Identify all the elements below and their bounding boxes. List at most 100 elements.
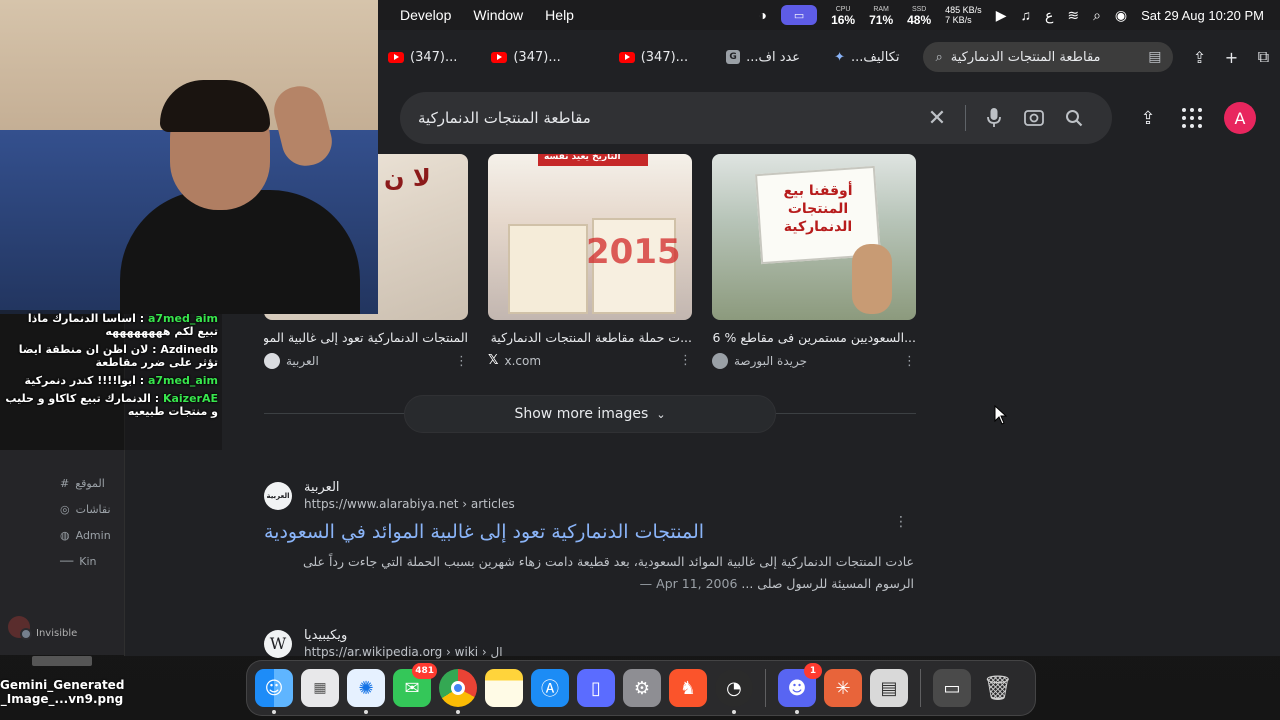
more-options-icon[interactable]: ⋮ <box>903 354 916 369</box>
tab-overview-icon[interactable]: ⧉ <box>1247 42 1279 72</box>
lens-camera-icon[interactable] <box>1014 98 1054 138</box>
obs-icon[interactable]: ◔ <box>715 669 753 714</box>
trash-icon[interactable]: 🗑 <box>979 669 1017 707</box>
show-more-images-button[interactable]: Show more images ⌄ <box>404 395 776 433</box>
notes-icon[interactable] <box>485 669 523 707</box>
tab-youtube-2[interactable]: (347)... <box>481 42 570 72</box>
site-url: https://ar.wikipedia.org › wiki › ال <box>304 645 503 659</box>
status-area: ◑ ▭ CPU 16% RAM 71% SSD 48% 485 KB/s 7 KB/s … <box>759 5 1280 27</box>
app-store-icon[interactable]: Ⓐ <box>531 669 569 707</box>
channel-row[interactable]: ◍ Admin <box>60 522 124 548</box>
safari-icon[interactable]: ✺ <box>347 669 385 714</box>
system-settings-icon[interactable]: ⚙ <box>623 669 661 707</box>
discord-icon[interactable]: ☻ 1 <box>778 663 822 714</box>
menu-window[interactable]: Window <box>473 7 523 23</box>
datetime[interactable]: Sat 29 Aug 10:20 PM <box>1141 8 1264 23</box>
channel-row[interactable]: # الموقع <box>60 470 124 496</box>
image-title[interactable]: المنتجات الدنماركية تعود إلى غالبية المو… <box>264 330 468 345</box>
clear-icon[interactable]: ✕ <box>917 98 957 138</box>
result-date: Apr 11, 2006 — <box>639 576 738 591</box>
image-source[interactable]: 𝕏 x.com ⋮ <box>488 353 692 368</box>
channel-row[interactable]: ── Kin <box>60 548 124 574</box>
search-input[interactable] <box>418 109 917 127</box>
control-center-icon[interactable]: ◉ <box>1115 7 1127 24</box>
hash-icon: # <box>60 476 70 490</box>
spotlight-search-icon[interactable]: ⌕ <box>1093 7 1101 24</box>
reader-icon[interactable]: ▤ <box>1148 49 1161 65</box>
share-icon[interactable]: ⇪ <box>1183 42 1215 72</box>
tab-youtube-3[interactable]: (347)... <box>609 42 698 72</box>
channel-row[interactable]: ◎ نقاشات <box>60 496 124 522</box>
account-avatar[interactable]: A <box>1224 102 1256 134</box>
chat-icon: ◍ <box>60 528 70 542</box>
channel-label: الموقع <box>75 476 105 490</box>
site-url: https://www.alarabiya.net › articles <box>304 497 515 511</box>
net-down: 485 KB/s <box>945 5 982 15</box>
chat-username: KaizerAE <box>162 392 218 405</box>
messages-icon[interactable]: ✉ 481 <box>393 663 437 707</box>
tab-youtube-1[interactable]: (347)... <box>378 42 467 72</box>
share-icon[interactable]: ⇪ <box>1134 102 1162 134</box>
image-result-2[interactable]: التاريخ يعيد نفسه 2015 ...ت حملة مقاطعة … <box>488 154 692 368</box>
result-header[interactable]: العربية العربية https://www.alarabiya.ne… <box>264 480 914 511</box>
desktop-file[interactable]: Gemini_Generated _Image_...vn9.png <box>0 656 124 720</box>
menu-develop[interactable]: Develop <box>400 7 451 23</box>
source-name: العربية <box>286 354 319 368</box>
search-icon[interactable] <box>1054 98 1094 138</box>
image-text: 2015 <box>586 232 681 272</box>
result-header[interactable]: W ويكيبيديا https://ar.wikipedia.org › w… <box>264 628 914 659</box>
launchpad-icon[interactable]: ▦ <box>301 669 339 707</box>
finder-icon[interactable]: ☺ <box>255 669 293 714</box>
forum-icon: ◎ <box>60 502 70 516</box>
result-title-link[interactable]: المنتجات الدنماركية تعود إلى غالبية المو… <box>264 521 914 543</box>
phone-mirroring-icon[interactable]: ▯ <box>577 669 615 707</box>
tab-label: (347)... <box>513 49 561 65</box>
search-icon: ⌕ <box>935 49 943 65</box>
tab-google[interactable]: G عدد اف... <box>716 42 810 72</box>
more-options-icon[interactable]: ⋮ <box>894 514 908 530</box>
airpods-icon[interactable]: ♫ <box>1020 7 1031 23</box>
calculator-icon[interactable]: ▤ <box>870 669 908 707</box>
input-source-icon[interactable]: ع <box>1045 7 1053 24</box>
google-apps-icon[interactable] <box>1178 104 1206 132</box>
cpu-stat[interactable]: CPU 16% <box>831 5 856 27</box>
downloads-stack-icon[interactable]: ▭ <box>933 669 971 707</box>
image-thumbnail[interactable]: أوقفنا بيع المنتجات الدنماركية <box>712 154 916 320</box>
network-stat[interactable]: 485 KB/s 7 KB/s <box>945 5 982 25</box>
search-bar[interactable]: ✕ <box>400 92 1112 144</box>
color-wheel-icon[interactable]: ◑ <box>759 7 767 23</box>
image-thumbnail[interactable]: التاريخ يعيد نفسه 2015 <box>488 154 692 320</box>
dock-divider <box>765 669 766 707</box>
menu-help[interactable]: Help <box>545 7 574 23</box>
brave-icon[interactable]: ♞ <box>669 669 707 707</box>
image-title[interactable]: ...ت حملة مقاطعة المنتجات الدنماركية الت <box>488 330 692 345</box>
source-name: x.com <box>504 353 542 368</box>
image-title[interactable]: ...السعوديين مستمرين فى مقاطع % 46 <box>712 330 916 345</box>
image-result-3[interactable]: أوقفنا بيع المنتجات الدنماركية ...السعود… <box>712 154 916 369</box>
claude-icon[interactable]: ✳ <box>824 669 862 707</box>
more-options-icon[interactable]: ⋮ <box>455 354 468 369</box>
more-options-icon[interactable]: ⋮ <box>679 353 692 368</box>
avatar <box>8 615 32 640</box>
image-source[interactable]: جريدة البورصة ⋮ <box>712 353 916 369</box>
discord-badge: 1 <box>804 663 822 679</box>
microphone-icon[interactable] <box>974 98 1014 138</box>
tab-gemini[interactable]: ✦ تكاليف... <box>824 42 909 72</box>
play-icon[interactable]: ▶ <box>996 7 1007 24</box>
channel-label: Kin <box>79 554 97 568</box>
hand <box>852 244 892 314</box>
webcam-person-body <box>120 190 360 314</box>
ram-stat[interactable]: RAM 71% <box>869 5 893 26</box>
chrome-icon[interactable] <box>439 669 477 714</box>
cpu-value: 16% <box>831 13 856 27</box>
active-tab-address[interactable]: ▤ مقاطعة المنتجات الدنماركية ⌕ <box>923 42 1174 72</box>
search-result: العربية العربية https://www.alarabiya.ne… <box>264 480 914 595</box>
wifi-icon[interactable]: ≋ <box>1067 7 1079 24</box>
user-status[interactable]: Invisible <box>8 614 77 640</box>
new-tab-icon[interactable]: + <box>1215 42 1247 72</box>
messages-badge: 481 <box>412 663 437 679</box>
ssd-stat[interactable]: SSD 48% <box>907 5 931 26</box>
channel-label: نقاشات <box>75 502 111 516</box>
image-source[interactable]: العربية ⋮ <box>264 353 468 369</box>
screen-share-icon[interactable]: ▭ <box>781 5 818 25</box>
